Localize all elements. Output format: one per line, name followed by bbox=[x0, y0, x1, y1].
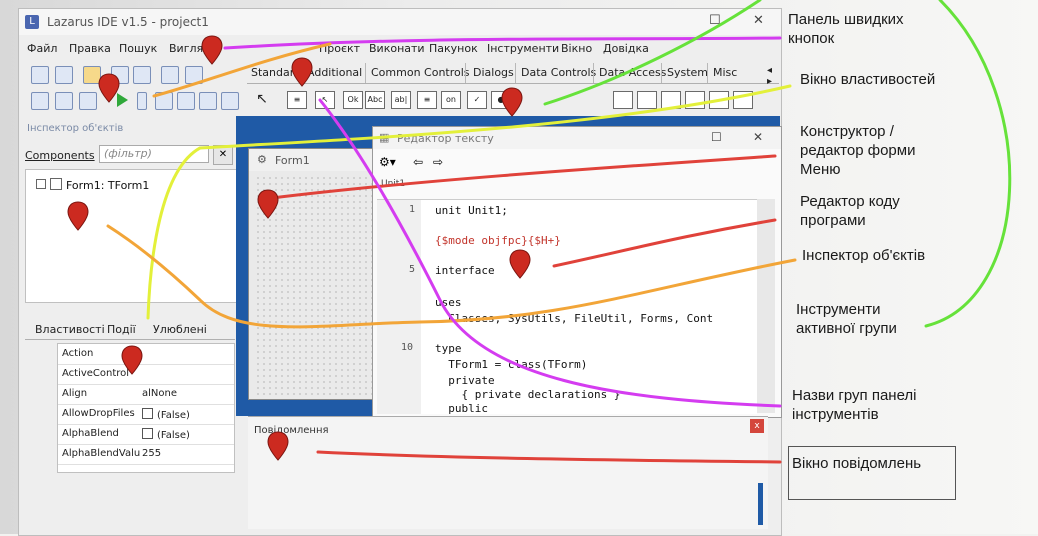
pin-icon bbox=[121, 345, 143, 375]
pin-icon bbox=[291, 57, 313, 87]
label-object-inspector: Інспектор об'єктів bbox=[802, 247, 926, 264]
label-line: інструментів bbox=[792, 406, 879, 423]
arrow-form-designer bbox=[270, 154, 777, 200]
label-line: програми bbox=[800, 212, 866, 229]
label-palette-group-names: Назви груп панелі інструментів bbox=[792, 386, 917, 424]
arrow-object-inspector bbox=[106, 224, 797, 329]
label-line: Конструктор / bbox=[800, 123, 894, 140]
label-properties-window: Вікно властивостей bbox=[800, 71, 936, 88]
label-messages-window: Вікно повідомлень bbox=[792, 454, 921, 473]
label-code-editor: Редактор коду програми bbox=[800, 192, 900, 230]
label-line: Редактор коду bbox=[800, 193, 900, 210]
pin-icon bbox=[501, 87, 523, 117]
arrow-active-group-right bbox=[924, 0, 1012, 328]
arrow-code-editor bbox=[552, 218, 777, 268]
label-line: Панель швидких bbox=[788, 11, 904, 28]
label-line: Вікно повідомлень bbox=[792, 455, 922, 472]
pin-icon bbox=[267, 431, 289, 461]
arrow-palette-groups bbox=[318, 98, 782, 408]
arrow-properties-window bbox=[146, 84, 792, 320]
label-line: Меню bbox=[800, 161, 841, 178]
label-quick-buttons: Панель швидких кнопок bbox=[788, 10, 904, 48]
label-form-designer: Конструктор / редактор форми Меню bbox=[800, 122, 915, 179]
pin-icon bbox=[98, 73, 120, 103]
pin-icon bbox=[67, 201, 89, 231]
pin-icon bbox=[509, 249, 531, 279]
label-line: активної групи bbox=[796, 320, 897, 337]
label-line: Назви груп панелі bbox=[792, 387, 917, 404]
label-active-group-tools: Інструменти активної групи bbox=[796, 300, 897, 338]
arrow-messages-window bbox=[316, 450, 782, 464]
pin-icon bbox=[257, 189, 279, 219]
label-line: редактор форми bbox=[800, 142, 916, 159]
pin-icon bbox=[201, 35, 223, 65]
arrow-active-group-top bbox=[543, 0, 762, 106]
label-line: кнопок bbox=[788, 30, 835, 47]
label-line: Інструменти bbox=[796, 301, 881, 318]
